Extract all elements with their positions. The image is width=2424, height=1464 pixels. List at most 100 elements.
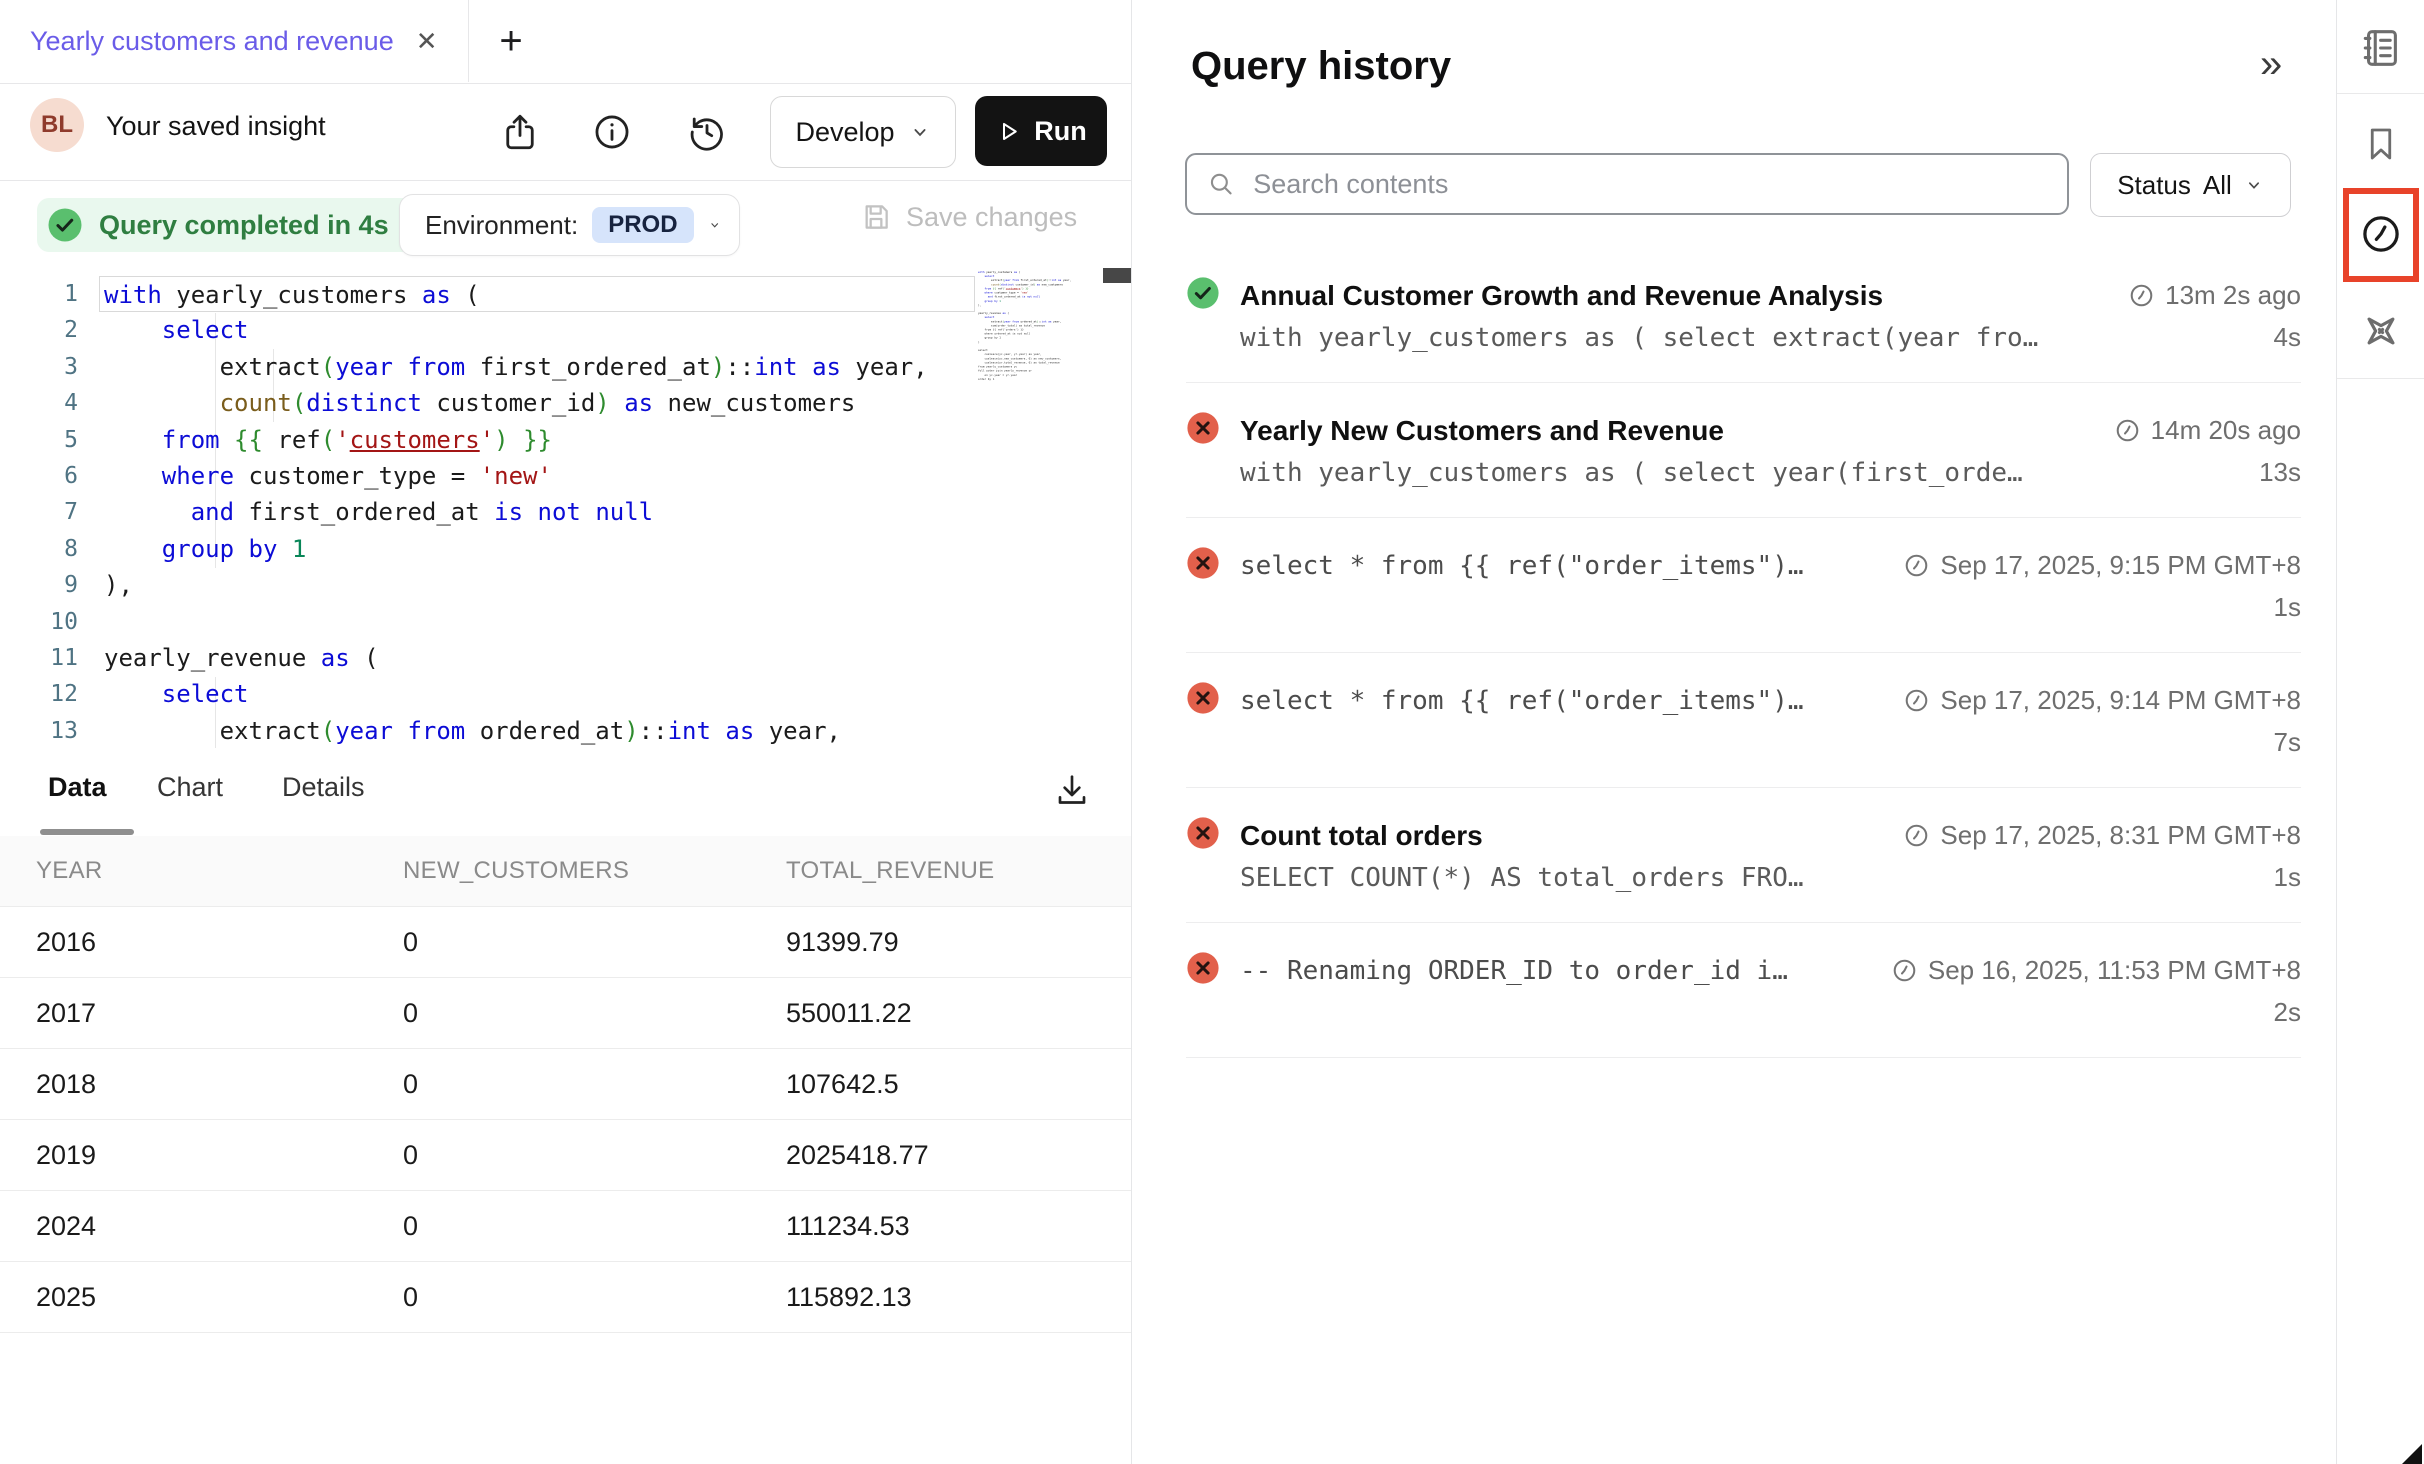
table-cell: 0 (403, 1282, 786, 1313)
download-results-button[interactable] (1042, 760, 1102, 820)
highlight-annotation-box (2343, 188, 2419, 282)
table-row: 2016091399.79 (0, 907, 1131, 978)
query-status-badge: Query completed in 4s (37, 198, 415, 252)
play-icon (995, 118, 1022, 145)
query-history-item[interactable]: Annual Customer Growth and Revenue Analy… (1186, 248, 2301, 383)
line-number: 9 (0, 567, 104, 603)
query-duration: 1s (2274, 592, 2301, 623)
column-header: NEW_CUSTOMERS (403, 857, 786, 885)
code-text: from {{ ref('customers') }} (104, 422, 975, 458)
version-history-icon (686, 111, 728, 153)
error-status (1186, 546, 1220, 585)
editor-scrollbar[interactable] (1103, 268, 1131, 283)
active-tab-underline (40, 829, 134, 835)
collapse-panel-button[interactable]: » (2260, 42, 2282, 87)
tab-details[interactable]: Details (282, 772, 365, 803)
save-changes-button[interactable]: Save changes (860, 201, 1077, 233)
develop-label: Develop (795, 117, 894, 148)
code-line: 7 and first_ordered_at is not null (0, 494, 975, 530)
sql-editor[interactable]: 1with yearly_customers as (2 select3 ext… (0, 266, 1131, 748)
table-body: 2016091399.7920170550011.2220180107642.5… (0, 907, 1131, 1333)
code-text: select (104, 676, 975, 712)
clock-icon (2128, 282, 2155, 309)
tab-chart[interactable]: Chart (157, 772, 223, 803)
table-cell: 2025 (36, 1282, 403, 1313)
line-number: 7 (0, 494, 104, 530)
line-number: 5 (0, 422, 104, 458)
table-cell: 0 (403, 1140, 786, 1171)
table-row: 20170550011.22 (0, 978, 1131, 1049)
tab-yearly-customers-and-revenue[interactable]: Yearly customers and revenue ✕ (0, 0, 460, 82)
line-number: 4 (0, 385, 104, 421)
query-time-text: Sep 16, 2025, 11:53 PM GMT+8 (1928, 955, 2301, 986)
download-icon (1052, 770, 1092, 810)
status-filter-dropdown[interactable]: Status All (2090, 153, 2291, 217)
status-filter-value: All (2203, 170, 2232, 201)
query-history-item[interactable]: -- Renaming ORDER_ID to order_id i…Sep 1… (1186, 923, 2301, 1058)
table-cell: 115892.13 (786, 1282, 1167, 1313)
error-status (1186, 816, 1220, 855)
error-status-icon (1186, 681, 1220, 715)
insight-label: Your saved insight (106, 111, 326, 142)
version-history-button[interactable] (685, 110, 729, 154)
code-line: 1with yearly_customers as ( (0, 276, 975, 312)
results-tab-bar: Data Chart Details (0, 748, 1131, 837)
query-history-item[interactable]: select * from {{ ref("order_items")…Sep … (1186, 653, 2301, 788)
code-line: 9), (0, 567, 975, 603)
environment-selector[interactable]: Environment: PROD (399, 194, 740, 256)
query-duration: 13s (2259, 457, 2301, 488)
right-icon-rail (2336, 0, 2424, 1464)
run-button[interactable]: Run (975, 96, 1107, 166)
tab-data[interactable]: Data (48, 772, 107, 803)
explore-panel-button[interactable] (2337, 305, 2424, 357)
query-sql-preview: with yearly_customers as ( select year(f… (1240, 458, 2023, 488)
editor-minimap[interactable]: with yearly_customers as ( select extrac… (978, 270, 1094, 710)
info-button[interactable] (590, 110, 634, 154)
query-history-item[interactable]: Count total ordersSep 17, 2025, 8:31 PM … (1186, 788, 2301, 923)
query-time: Sep 17, 2025, 9:15 PM GMT+8 (1903, 550, 2301, 581)
bookmarks-panel-button[interactable] (2337, 118, 2424, 170)
new-tab-button[interactable]: + (486, 16, 536, 66)
query-history-item[interactable]: select * from {{ ref("order_items")… Sep … (1186, 518, 2301, 653)
search-icon (1207, 169, 1235, 199)
query-history-item[interactable]: Yearly New Customers and Revenue14m 20s … (1186, 383, 2301, 518)
line-number: 11 (0, 640, 104, 676)
query-duration: 1s (2274, 862, 2301, 893)
status-filter-label: Status (2117, 170, 2191, 201)
table-cell: 2024 (36, 1211, 403, 1242)
code-text (104, 604, 975, 640)
notebook-panel-button[interactable] (2337, 22, 2424, 74)
error-status (1186, 411, 1220, 450)
develop-dropdown[interactable]: Develop (770, 96, 956, 168)
save-changes-label: Save changes (906, 202, 1077, 233)
table-cell: 91399.79 (786, 927, 1167, 958)
search-box[interactable] (1185, 153, 2069, 215)
rail-divider (2337, 93, 2424, 94)
table-row: 20240111234.53 (0, 1191, 1131, 1262)
code-text: where customer_type = 'new' (104, 458, 975, 494)
query-duration: 7s (2274, 727, 2301, 758)
code-line: 8 group by 1 (0, 531, 975, 567)
line-number: 3 (0, 349, 104, 385)
rail-divider (2337, 378, 2424, 379)
table-cell: 0 (403, 927, 786, 958)
code-line: 10 (0, 604, 975, 640)
code-text: yearly_revenue as ( (104, 640, 975, 676)
tab-bar: Yearly customers and revenue ✕ + (0, 0, 1131, 84)
search-input[interactable] (1251, 168, 2047, 201)
table-cell: 2025418.77 (786, 1140, 1167, 1171)
table-row: 201902025418.77 (0, 1120, 1131, 1191)
close-icon[interactable]: ✕ (416, 26, 438, 57)
explore-compass-icon (2357, 307, 2405, 355)
query-title: select * from {{ ref("order_items")… (1240, 686, 1804, 716)
clock-icon (1903, 552, 1930, 579)
query-title: select * from {{ ref("order_items")… (1240, 551, 1804, 581)
query-status-text: Query completed in 4s (99, 210, 389, 241)
error-status-icon (1186, 816, 1220, 850)
tab-title: Yearly customers and revenue (30, 26, 394, 57)
share-button[interactable] (498, 110, 542, 154)
code-text: select (104, 312, 975, 348)
check-circle-icon (47, 207, 83, 243)
clock-icon (1891, 957, 1918, 984)
code-text: with yearly_customers as ( (99, 276, 975, 312)
